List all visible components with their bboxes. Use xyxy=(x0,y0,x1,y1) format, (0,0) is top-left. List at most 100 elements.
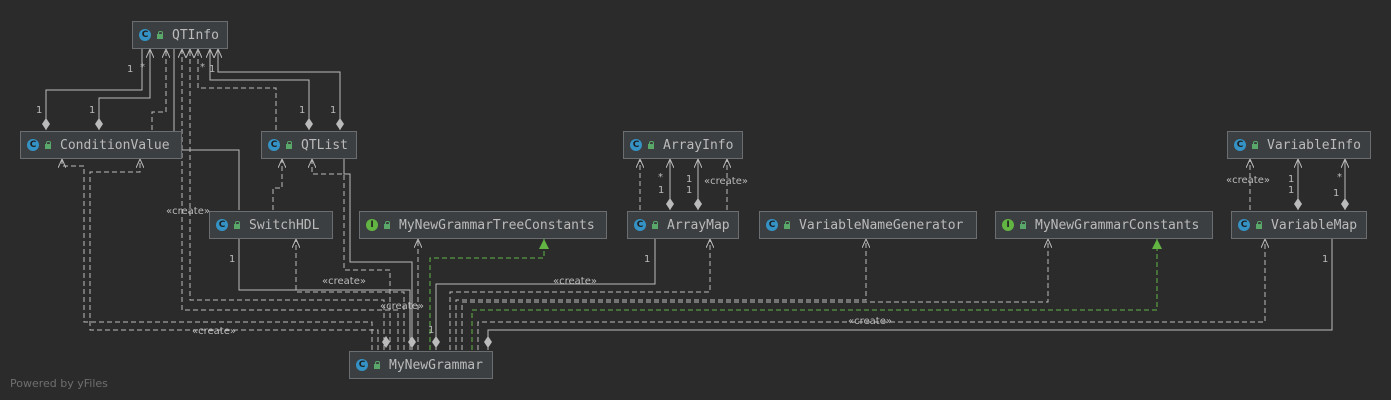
node-label: ConditionValue xyxy=(60,137,170,153)
edge-grammar-implements-treeconstants xyxy=(429,239,549,350)
mult-label: 1 xyxy=(1288,185,1295,196)
node-mynewgrammar[interactable]: C MyNewGrammar xyxy=(349,351,493,379)
node-label: MyNewGrammarConstants xyxy=(1035,217,1200,233)
class-icon: C xyxy=(216,219,228,231)
node-label: QTInfo xyxy=(172,27,219,43)
edge-grammar-dep-qtinfo-b xyxy=(182,49,399,350)
stereotype-label: «create» xyxy=(553,276,597,287)
footer-credit: Powered by yFiles xyxy=(10,377,108,390)
node-variablemap[interactable]: C VariableMap xyxy=(1231,211,1367,239)
edge-conditionvalue-dep-qtinfo xyxy=(151,49,166,130)
node-label: MyNewGrammar xyxy=(389,357,483,373)
diamond-cv-1 xyxy=(42,118,50,130)
node-qtlist[interactable]: C QTList xyxy=(261,131,357,159)
node-treeconstants[interactable]: I MyNewGrammarTreeConstants xyxy=(359,211,607,239)
node-switchhdl[interactable]: C SwitchHDL xyxy=(209,211,333,239)
class-icon: C xyxy=(634,219,646,231)
edge-qtlist-qtinfo-1 xyxy=(210,49,310,130)
edge-switchhdl-qtinfo xyxy=(173,49,240,210)
edge-grammar-dep-conditionvalue-a xyxy=(62,159,373,350)
node-label: ArrayMap xyxy=(667,217,730,233)
mult-label: 1 xyxy=(428,325,435,336)
public-icon xyxy=(373,361,381,369)
diamond-am-1 xyxy=(666,198,674,210)
edge-grammar-arraymap xyxy=(435,239,656,350)
node-label: VariableNameGenerator xyxy=(799,217,964,233)
edge-grammar-create-arraymap xyxy=(449,239,710,350)
node-label: VariableMap xyxy=(1271,217,1358,233)
mult-label: * xyxy=(200,62,205,73)
node-variablenamegenerator[interactable]: C VariableNameGenerator xyxy=(759,211,977,239)
stereotype-label: «create» xyxy=(192,326,236,337)
stereotype-label: «create» xyxy=(380,301,424,312)
mult-label: 1 xyxy=(330,105,337,116)
node-label: SwitchHDL xyxy=(249,217,320,233)
class-icon: C xyxy=(1238,219,1250,231)
class-icon: C xyxy=(630,139,642,151)
node-qtinfo[interactable]: C QTInfo xyxy=(132,21,228,49)
node-label: VariableInfo xyxy=(1267,137,1361,153)
class-icon: C xyxy=(27,139,39,151)
public-icon xyxy=(1019,221,1027,229)
diamond-g-2 xyxy=(408,336,416,348)
node-label: ArrayInfo xyxy=(663,137,734,153)
relationship-edges xyxy=(42,0,1349,350)
edge-switchhdl-dep-qtlist xyxy=(272,159,282,210)
mult-label: 1 xyxy=(1333,188,1340,199)
node-arrayinfo[interactable]: C ArrayInfo xyxy=(623,131,743,159)
mult-label: 1 xyxy=(209,64,216,75)
public-icon xyxy=(156,31,164,39)
node-grammarconstants[interactable]: I MyNewGrammarConstants xyxy=(995,211,1213,239)
mult-label: 1 xyxy=(299,105,306,116)
edge-grammar-qtlist xyxy=(343,159,413,350)
mult-label: 1 xyxy=(686,185,693,196)
diamond-g-3 xyxy=(432,336,440,348)
mult-label: 1 xyxy=(229,254,236,265)
diamond-am-2 xyxy=(694,198,702,210)
class-icon: C xyxy=(356,359,368,371)
mult-label: 1 xyxy=(686,174,693,185)
node-arraymap[interactable]: C ArrayMap xyxy=(627,211,739,239)
node-variableinfo[interactable]: C VariableInfo xyxy=(1227,131,1371,159)
edge-grammar-dep-varnamegen xyxy=(455,239,866,350)
diamond-ql-1 xyxy=(305,118,313,130)
mult-label: * xyxy=(140,62,145,73)
node-conditionvalue[interactable]: C ConditionValue xyxy=(20,131,182,159)
mult-label: 1 xyxy=(127,64,134,75)
class-icon: C xyxy=(268,139,280,151)
public-icon xyxy=(651,221,659,229)
class-icon: C xyxy=(766,219,778,231)
public-icon xyxy=(1251,141,1259,149)
mult-label: * xyxy=(1337,172,1342,183)
public-icon xyxy=(783,221,791,229)
diamond-cv-2 xyxy=(95,118,103,130)
diamond-vm-2 xyxy=(1341,198,1349,210)
diamond-ql-2 xyxy=(336,118,344,130)
public-icon xyxy=(647,141,655,149)
interface-icon: I xyxy=(366,219,378,231)
public-icon xyxy=(44,141,52,149)
edge-conditionvalue-qtinfo-1 xyxy=(45,49,143,130)
class-icon: C xyxy=(1234,139,1246,151)
edge-grammar-create-variablemap xyxy=(477,239,1265,350)
stereotype-label: «create» xyxy=(322,276,366,287)
diamond-g-1 xyxy=(382,336,390,348)
stereotype-label: «create» xyxy=(848,316,892,327)
edge-grammar-dep-qtinfo-a xyxy=(190,49,385,350)
mult-label: 1 xyxy=(644,254,651,265)
mult-label: 1 xyxy=(1288,174,1295,185)
edge-grammar-variablemap xyxy=(487,239,1333,350)
stereotype-label: «create» xyxy=(1226,175,1270,186)
stereotype-label: «create» xyxy=(704,176,748,187)
public-icon xyxy=(285,141,293,149)
class-icon: C xyxy=(139,29,151,41)
mult-label: * xyxy=(658,172,663,183)
node-label: QTList xyxy=(301,137,348,153)
mult-label: 1 xyxy=(658,185,665,196)
diamond-g-4 xyxy=(484,336,492,348)
mult-label: 1 xyxy=(1322,254,1329,265)
mult-label: 1 xyxy=(36,105,43,116)
edge-grammar-dep-grammarconstants xyxy=(461,239,1048,350)
edge-grammar-implements-grammarconstants xyxy=(471,239,1162,350)
mult-label: 1 xyxy=(89,105,96,116)
